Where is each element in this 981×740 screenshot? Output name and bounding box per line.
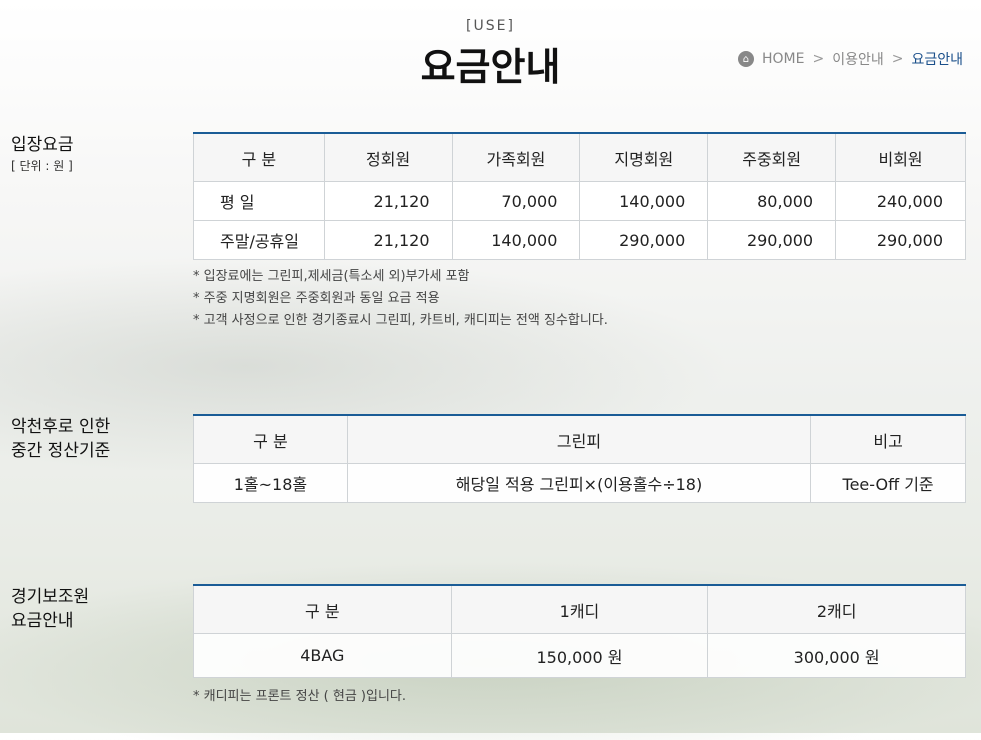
row-label: 평 일 [193, 181, 325, 221]
breadcrumb-usage[interactable]: 이용안내 [832, 49, 884, 69]
table-cell: 21,120 [323, 181, 453, 221]
column-header: 가족회원 [451, 132, 581, 182]
table-cell: 1홀~18홀 [193, 463, 348, 503]
column-header: 1캐디 [450, 584, 709, 634]
table-cell: 21,120 [323, 220, 453, 260]
table-cell: Tee-Off 기준 [810, 463, 966, 503]
caddie-section-title: 경기보조원 요금안내 [11, 585, 89, 633]
breadcrumb-separator: > [812, 51, 825, 67]
table-cell: 140,000 [451, 220, 581, 260]
weather-section-title: 악천후로 인한 중간 정산기준 [11, 415, 110, 463]
note-line: * 입장료에는 그린피,제세금(특소세 외)부가세 포함 [193, 269, 470, 284]
table-header-row: 구 분 정회원 가족회원 지명회원 주중회원 비회원 [193, 132, 966, 182]
column-header: 지명회원 [579, 132, 709, 182]
admission-section-title: 입장요금 [ 단위 : 원 ] [11, 133, 74, 175]
table-cell: 150,000 원 [450, 633, 709, 678]
column-header: 그린피 [346, 414, 812, 464]
column-header: 2캐디 [707, 584, 966, 634]
admission-notes: * 입장료에는 그린피,제세금(특소세 외)부가세 포함 * 주중 지명회원은 … [193, 266, 608, 332]
column-header: 주중회원 [707, 132, 837, 182]
table-cell: 290,000 [835, 220, 966, 260]
table-cell: 70,000 [451, 181, 581, 221]
table-cell: 290,000 [707, 220, 837, 260]
table-cell: 290,000 [579, 220, 709, 260]
table-cell: 4BAG [193, 633, 452, 678]
table-row: 평 일 21,120 70,000 140,000 80,000 240,000 [193, 181, 966, 221]
column-header: 정회원 [323, 132, 453, 182]
column-header: 구 분 [193, 584, 452, 634]
table-header-row: 구 분 1캐디 2캐디 [193, 584, 966, 634]
note-line: * 캐디피는 프론트 정산 ( 현금 )입니다. [193, 689, 407, 704]
weather-title-line2: 중간 정산기준 [11, 441, 111, 461]
breadcrumb-current[interactable]: 요금안내 [911, 49, 963, 69]
breadcrumb: ⌂ HOME > 이용안내 > 요금안내 [737, 49, 963, 69]
column-header: 비회원 [835, 132, 966, 182]
row-label: 주말/공휴일 [193, 220, 325, 260]
home-icon[interactable]: ⌂ [737, 51, 754, 67]
table-cell: 300,000 원 [707, 633, 966, 678]
caddie-title-line2: 요금안내 [11, 611, 74, 631]
table-cell: 80,000 [707, 181, 837, 221]
column-header: 비고 [810, 414, 966, 464]
caddie-fee-table: 구 분 1캐디 2캐디 4BAG 150,000 원 300,000 원 [193, 584, 966, 678]
section-label: [USE] [466, 18, 515, 34]
note-line: * 고객 사정으로 인한 경기종료시 그린피, 카트비, 캐디피는 전액 징수합… [193, 313, 608, 328]
caddie-note: * 캐디피는 프론트 정산 ( 현금 )입니다. [193, 686, 406, 708]
table-cell: 해당일 적용 그린피×(이용홀수÷18) [346, 463, 812, 503]
admission-fee-table: 구 분 정회원 가족회원 지명회원 주중회원 비회원 평 일 21,120 70… [193, 132, 966, 260]
page-header: [USE] 요금안내 ⌂ HOME > 이용안내 > 요금안내 [0, 0, 981, 100]
table-row: 주말/공휴일 21,120 140,000 290,000 290,000 29… [193, 220, 966, 260]
column-header: 구 분 [193, 414, 348, 464]
table-cell: 240,000 [835, 181, 966, 221]
breadcrumb-separator: > [891, 51, 904, 67]
note-line: * 주중 지명회원은 주중회원과 동일 요금 적용 [193, 291, 440, 306]
admission-unit: [ 단위 : 원 ] [11, 159, 73, 173]
table-header-row: 구 분 그린피 비고 [193, 414, 966, 464]
column-header: 구 분 [193, 132, 325, 182]
weather-title-line1: 악천후로 인한 [11, 417, 111, 437]
weather-settlement-table: 구 분 그린피 비고 1홀~18홀 해당일 적용 그린피×(이용홀수÷18) T… [193, 414, 966, 503]
table-row: 1홀~18홀 해당일 적용 그린피×(이용홀수÷18) Tee-Off 기준 [193, 463, 966, 503]
caddie-title-line1: 경기보조원 [11, 587, 90, 607]
table-cell: 140,000 [579, 181, 709, 221]
breadcrumb-home[interactable]: HOME [762, 51, 804, 67]
table-row: 4BAG 150,000 원 300,000 원 [193, 633, 966, 678]
admission-title: 입장요금 [11, 135, 74, 155]
